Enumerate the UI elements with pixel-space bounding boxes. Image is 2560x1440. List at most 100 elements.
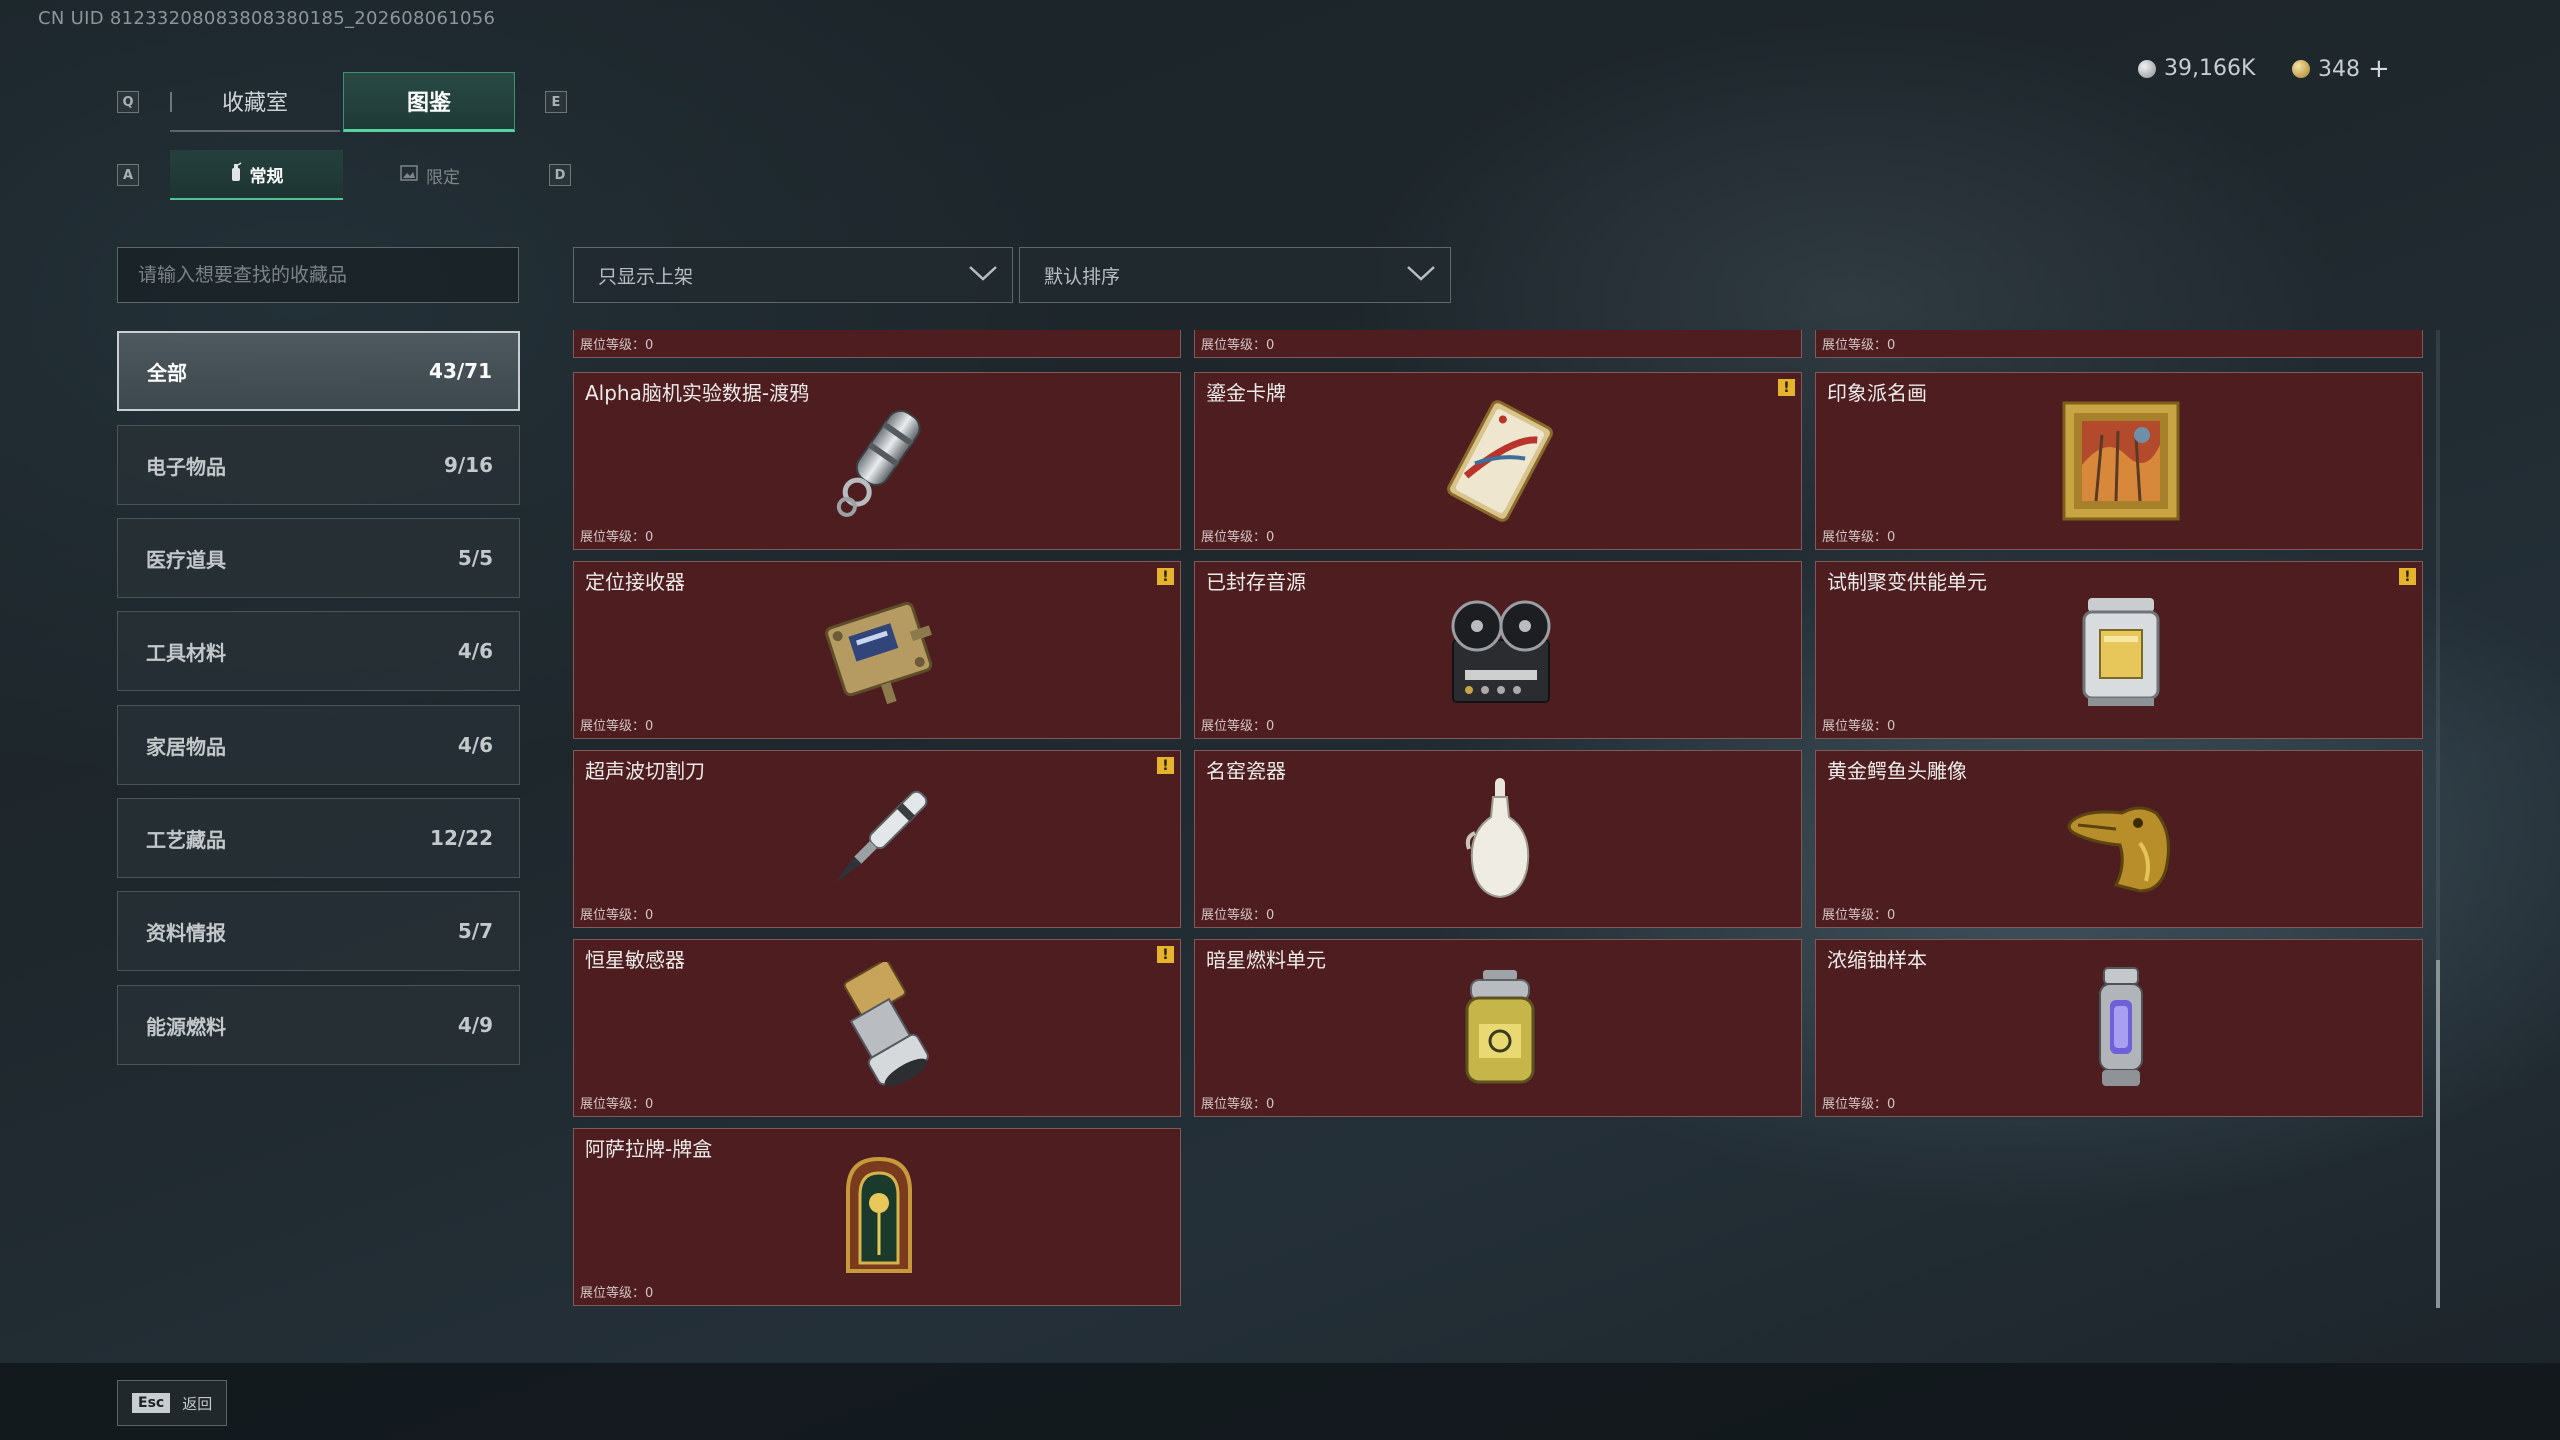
item-card[interactable]: 超声波切割刀 ! 展位等级：0 [573,750,1181,928]
item-level: 展位等级：0 [580,1286,654,1301]
chevron-down-icon [968,264,998,287]
item-level: 展位等级：0 [1822,1097,1896,1112]
subtab-limited-label: 限定 [426,167,460,188]
item-name: 黄金鳄鱼头雕像 [1827,759,1967,783]
category-label: 家居物品 [146,734,226,759]
subtab-limited[interactable]: 限定 [345,150,515,200]
category-count: 12/22 [430,826,493,850]
item-card[interactable]: 定位接收器 ! 展位等级：0 [573,561,1181,739]
item-name: 暗星燃料单元 [1206,948,1326,972]
item-card[interactable]: 展位等级：0 [1194,330,1802,358]
fuel-canister-icon [1435,962,1565,1094]
chevron-down-icon [1406,264,1436,287]
star-sensor-icon [814,959,944,1094]
gold-coin-icon [2292,60,2310,78]
sort-value: 默认排序 [1044,265,1121,288]
item-level: 展位等级：0 [580,338,654,353]
alert-badge: ! [1157,946,1174,963]
item-name: 定位接收器 [585,570,685,594]
category-count: 4/6 [457,733,493,757]
back-label: 返回 [182,1394,213,1413]
item-level: 展位等级：0 [580,530,654,545]
card-box-icon [814,1151,944,1283]
item-level: 展位等级：0 [1201,338,1275,353]
grid-scrollbar-thumb[interactable] [2436,960,2440,1308]
category-label: 资料情报 [146,920,226,945]
item-name: 浓缩铀样本 [1827,948,1927,972]
category-all[interactable]: 全部 43/71 [117,331,520,411]
item-card[interactable]: 黄金鳄鱼头雕像 展位等级：0 [1815,750,2423,928]
item-name: 阿萨拉牌-牌盒 [585,1137,713,1161]
item-name: 恒星敏感器 [585,948,685,972]
item-name: 超声波切割刀 [585,759,705,783]
item-name: 鎏金卡牌 [1206,381,1286,405]
category-count: 4/6 [457,639,493,663]
item-level: 展位等级：0 [1201,719,1275,734]
item-level: 展位等级：0 [580,908,654,923]
search-input[interactable] [117,247,519,303]
category-label: 工具材料 [146,640,226,665]
receiver-icon [814,584,944,716]
category-count: 5/5 [457,546,493,570]
subtab-regular-label: 常规 [249,166,284,187]
item-card[interactable]: 印象派名画 展位等级：0 [1815,372,2423,550]
ultrasonic-knife-icon [814,773,944,905]
item-card[interactable]: 展位等级：0 [573,330,1181,358]
item-card[interactable]: Alpha脑机实验数据-渡鸦 展位等级：0 [573,372,1181,550]
alert-badge: ! [1157,757,1174,774]
category-medical[interactable]: 医疗道具 5/5 [117,518,520,598]
availability-filter-dropdown[interactable]: 只显示上架 [573,247,1013,303]
uranium-sample-icon [2056,962,2186,1094]
alert-badge: ! [1157,568,1174,585]
category-tools[interactable]: 工具材料 4/6 [117,611,520,691]
esc-key-hint: Esc [132,1393,171,1413]
category-count: 43/71 [429,359,492,383]
item-name: 名窑瓷器 [1206,759,1286,783]
tab-codex[interactable]: 图鉴 [343,72,515,132]
category-energy[interactable]: 能源燃料 4/9 [117,985,520,1065]
next-tab-key-hint: E [545,91,567,113]
item-card[interactable]: 展位等级：0 [1815,330,2423,358]
item-card[interactable]: 阿萨拉牌-牌盒 展位等级：0 [573,1128,1181,1306]
item-card[interactable]: 暗星燃料单元 展位等级：0 [1194,939,1802,1117]
item-card[interactable]: 恒星敏感器 ! 展位等级：0 [573,939,1181,1117]
category-label: 医疗道具 [146,547,226,572]
tab-divider [170,92,172,112]
category-intel[interactable]: 资料情报 5/7 [117,891,520,971]
next-subtab-key-hint: D [549,164,571,186]
tape-recorder-icon [1435,584,1565,716]
item-name: 印象派名画 [1827,381,1927,405]
category-household[interactable]: 家居物品 4/6 [117,705,520,785]
item-level: 展位等级：0 [580,719,654,734]
category-electronics[interactable]: 电子物品 9/16 [117,425,520,505]
image-icon [400,164,418,186]
subtab-regular[interactable]: 常规 [170,150,343,200]
item-card[interactable]: 名窑瓷器 展位等级：0 [1194,750,1802,928]
item-name: Alpha脑机实验数据-渡鸦 [585,381,810,405]
category-label: 电子物品 [146,454,226,479]
item-card[interactable]: 试制聚变供能单元 ! 展位等级：0 [1815,561,2423,739]
category-count: 5/7 [457,919,493,943]
category-crafts[interactable]: 工艺藏品 12/22 [117,798,520,878]
item-level: 展位等级：0 [1822,908,1896,923]
tab-collection-room[interactable]: 收藏室 [170,72,340,132]
alert-badge: ! [2399,568,2416,585]
item-name: 试制聚变供能单元 [1827,570,1987,594]
add-currency-button[interactable]: + [2368,56,2390,82]
category-label: 工艺藏品 [146,827,226,852]
item-level: 展位等级：0 [1822,530,1896,545]
sort-dropdown[interactable]: 默认排序 [1019,247,1451,303]
fusion-unit-icon [2056,584,2186,716]
item-name: 已封存音源 [1206,570,1306,594]
item-card[interactable]: 已封存音源 展位等级：0 [1194,561,1802,739]
silver-currency: 39,166K [2138,56,2255,81]
item-card[interactable]: 鎏金卡牌 ! 展位等级：0 [1194,372,1802,550]
gold-currency-value: 348 [2318,56,2360,82]
data-drive-icon [814,395,944,527]
item-grid: 展位等级：0 展位等级：0 展位等级：0 Alpha脑机实验数据-渡鸦 展位等级… [572,330,2424,1307]
item-card[interactable]: 浓缩铀样本 展位等级：0 [1815,939,2423,1117]
painting-icon [2056,395,2186,527]
back-button[interactable]: Esc 返回 [117,1380,227,1426]
item-level: 展位等级：0 [1822,338,1896,353]
item-level: 展位等级：0 [580,1097,654,1112]
